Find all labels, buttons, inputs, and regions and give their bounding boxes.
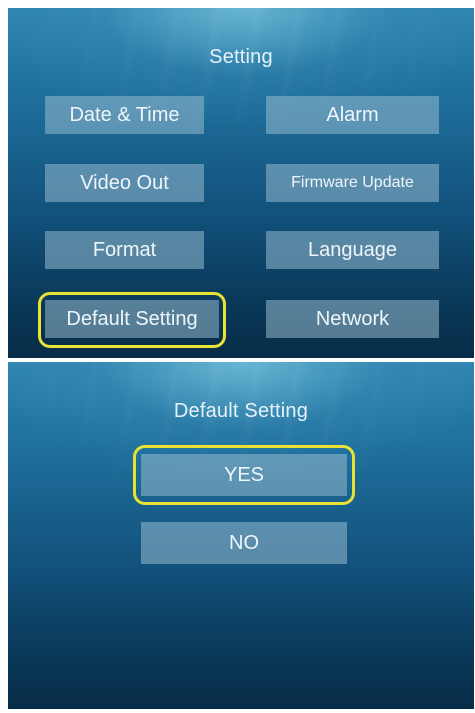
language-button[interactable]: Language: [266, 231, 439, 269]
default-setting-title: Default Setting: [173, 400, 309, 422]
alarm-button[interactable]: Alarm: [266, 96, 439, 134]
default-setting-button[interactable]: Default Setting: [45, 300, 219, 338]
yes-button[interactable]: YES: [141, 454, 347, 496]
firmware-update-button[interactable]: Firmware Update: [266, 164, 439, 202]
default-setting-screen: Default Setting YES NO: [8, 362, 474, 709]
network-button[interactable]: Network: [266, 300, 439, 338]
format-button[interactable]: Format: [45, 231, 204, 269]
date-time-button[interactable]: Date & Time: [45, 96, 204, 134]
video-out-button[interactable]: Video Out: [45, 164, 204, 202]
settings-screen: Setting Date & Time Alarm Video Out Firm…: [8, 8, 474, 358]
no-button[interactable]: NO: [141, 522, 347, 564]
settings-title: Setting: [209, 46, 273, 68]
